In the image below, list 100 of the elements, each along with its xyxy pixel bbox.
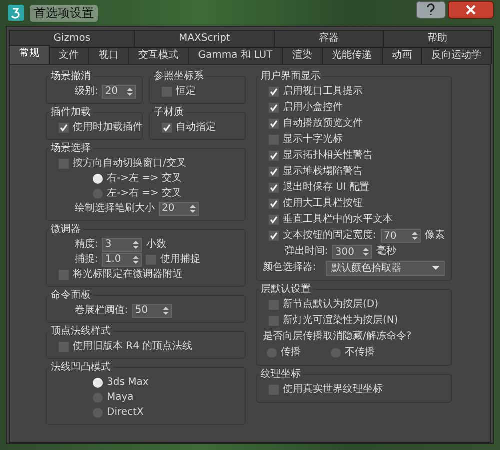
radio-button[interactable] bbox=[93, 408, 103, 418]
tab[interactable]: 容器 bbox=[274, 30, 384, 47]
checkbox-label[interactable]: 启用视口工具提示 bbox=[283, 85, 363, 99]
checkbox-label[interactable]: 使用大工具栏按钮 bbox=[283, 197, 363, 211]
spinner-field[interactable]: 1.0 bbox=[102, 252, 142, 266]
radio-label[interactable]: 不传播 bbox=[345, 346, 375, 360]
radio-button[interactable] bbox=[93, 392, 103, 402]
checkbox-label[interactable]: 文本按钮的固定宽度: bbox=[283, 229, 376, 243]
help-icon[interactable] bbox=[416, 1, 446, 19]
group-title: 微调器 bbox=[50, 223, 82, 236]
checkbox-label[interactable]: 启用小盒控件 bbox=[283, 101, 343, 115]
radio-button[interactable] bbox=[331, 348, 341, 358]
field-label: 颜色选择器: bbox=[263, 261, 316, 275]
checkbox[interactable] bbox=[269, 215, 279, 225]
tab[interactable]: Gamma 和 LUT bbox=[188, 47, 284, 64]
checkbox[interactable] bbox=[269, 87, 279, 97]
unit-label: 像素 bbox=[425, 229, 445, 243]
checkbox-label[interactable]: 新节点默认为按层(D) bbox=[283, 298, 379, 312]
checkbox-label[interactable]: 自动播放预览文件 bbox=[283, 117, 363, 131]
checkbox[interactable] bbox=[59, 158, 69, 168]
dropdown[interactable]: 默认颜色拾取器 bbox=[326, 260, 445, 276]
group-title: 法线凹凸模式 bbox=[50, 360, 112, 374]
checkbox-label[interactable]: 使用捕捉 bbox=[160, 252, 200, 266]
tab[interactable]: 反向运动学 bbox=[421, 47, 492, 64]
spinner-arrows-icon[interactable] bbox=[190, 204, 196, 214]
checkbox[interactable] bbox=[269, 135, 279, 145]
group-title: 参照坐标系 bbox=[153, 70, 205, 83]
checkbox[interactable] bbox=[269, 167, 279, 177]
spinner-arrows-icon[interactable] bbox=[412, 231, 418, 241]
checkbox-label[interactable]: 按方向自动切换窗口/交叉 bbox=[73, 156, 186, 170]
radio-label[interactable]: Maya bbox=[107, 390, 134, 404]
field-label: 卷展栏阈值: bbox=[75, 304, 128, 318]
tab[interactable]: 动画 bbox=[382, 47, 422, 64]
radio-label[interactable]: 3ds Max bbox=[107, 376, 149, 390]
checkbox[interactable] bbox=[269, 300, 279, 310]
checkbox[interactable] bbox=[269, 316, 279, 326]
checkbox[interactable] bbox=[269, 385, 279, 395]
checkbox-label[interactable]: 垂直工具栏中的水平文本 bbox=[283, 213, 393, 227]
checkbox[interactable] bbox=[146, 254, 156, 264]
tab[interactable]: 光能传递 bbox=[322, 47, 382, 64]
checkbox-label[interactable]: 恒定 bbox=[176, 84, 196, 98]
radio-button[interactable] bbox=[93, 378, 103, 388]
checkbox-label[interactable]: 使用时加载插件 bbox=[73, 120, 143, 134]
spinner-field[interactable]: 70 bbox=[381, 229, 421, 243]
group-title: 纹理坐标 bbox=[260, 368, 302, 381]
spinner-arrows-icon[interactable] bbox=[163, 306, 170, 316]
checkbox[interactable] bbox=[59, 122, 69, 132]
checkbox-label[interactable]: 显示堆栈塌陷警告 bbox=[283, 165, 363, 179]
checkbox-label[interactable]: 使用旧版本 R4 的顶点法线 bbox=[73, 340, 193, 354]
spinner-field[interactable]: 3 bbox=[102, 238, 142, 252]
checkbox-label[interactable]: 显示拓扑相关性警告 bbox=[283, 149, 373, 163]
checkbox[interactable] bbox=[269, 151, 279, 161]
group-title: 场景撤消 bbox=[50, 70, 92, 83]
checkbox[interactable] bbox=[269, 119, 279, 129]
checkbox[interactable] bbox=[162, 122, 172, 132]
tab[interactable]: 渲染 bbox=[282, 47, 323, 64]
unit-label: 毫秒 bbox=[376, 245, 396, 259]
radio-label[interactable]: 右->左 => 交叉 bbox=[107, 172, 182, 186]
checkbox[interactable] bbox=[162, 86, 172, 96]
spinner-field[interactable]: 20 bbox=[102, 84, 136, 98]
checkbox-label[interactable]: 退出时保存 UI 配置 bbox=[283, 181, 370, 195]
checkbox-label[interactable]: 将光标限定在微调器附近 bbox=[73, 268, 183, 282]
group-title: 用户界面显示 bbox=[260, 70, 322, 83]
field-label: 绘制选择笔刷大小 bbox=[75, 202, 155, 216]
checkbox-label[interactable]: 显示十字光标 bbox=[283, 133, 343, 147]
checkbox-label[interactable]: 新灯光可渲染性为按层(N) bbox=[283, 314, 398, 328]
tab[interactable]: 视口 bbox=[88, 47, 130, 64]
tab[interactable]: 帮助 bbox=[382, 30, 492, 47]
checkbox[interactable] bbox=[269, 199, 279, 209]
caret-icon[interactable] bbox=[432, 265, 440, 271]
field-label: 捕捉: bbox=[75, 252, 98, 266]
radio-label[interactable]: DirectX bbox=[107, 406, 144, 420]
radio-button[interactable] bbox=[267, 348, 277, 358]
spinner-arrows-icon[interactable] bbox=[363, 247, 370, 257]
checkbox-label[interactable]: 使用真实世界纹理坐标 bbox=[283, 383, 383, 397]
spinner-field[interactable]: 300 bbox=[332, 245, 372, 259]
close-icon[interactable] bbox=[448, 1, 494, 19]
checkbox[interactable] bbox=[269, 103, 279, 113]
checkbox[interactable] bbox=[59, 342, 69, 352]
tab[interactable]: 交互模式 bbox=[128, 47, 189, 64]
checkbox[interactable] bbox=[59, 270, 69, 280]
group-title: 插件加载 bbox=[50, 106, 92, 119]
tab[interactable]: Gizmos bbox=[9, 30, 136, 47]
checkbox[interactable] bbox=[269, 183, 279, 193]
question-text: 是否向层传播取消隐藏/解冻命令? bbox=[263, 330, 412, 344]
spinner-arrows-icon[interactable] bbox=[127, 86, 133, 96]
tab[interactable]: 文件 bbox=[48, 47, 90, 64]
radio-label[interactable]: 左->右 => 交叉 bbox=[107, 186, 182, 200]
checkbox-label[interactable]: 自动指定 bbox=[176, 120, 216, 134]
radio-button[interactable] bbox=[93, 188, 103, 198]
spinner-arrows-icon[interactable] bbox=[133, 254, 140, 264]
tab[interactable]: 常规 bbox=[9, 45, 50, 64]
spinner-arrows-icon[interactable] bbox=[133, 240, 140, 250]
field-label: 弹出时间: bbox=[285, 245, 328, 259]
radio-button[interactable] bbox=[93, 174, 103, 184]
checkbox[interactable] bbox=[269, 231, 279, 241]
tab[interactable]: MAXScript bbox=[134, 30, 276, 47]
radio-label[interactable]: 传播 bbox=[281, 346, 301, 360]
spinner-field[interactable]: 20 bbox=[159, 202, 199, 216]
spinner-field[interactable]: 50 bbox=[132, 304, 172, 318]
